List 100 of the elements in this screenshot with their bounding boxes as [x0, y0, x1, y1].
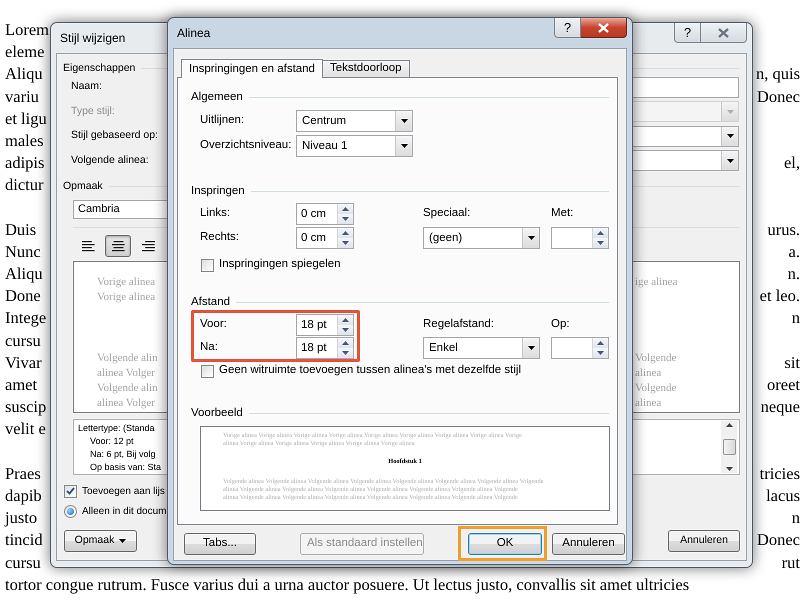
- field-label: Voor:: [200, 316, 228, 332]
- field-label: Overzichtsniveau:: [200, 138, 292, 154]
- text-line: tricies: [760, 462, 800, 485]
- field-label: Regelafstand:: [423, 316, 495, 332]
- dialog-button[interactable]: Tabs...: [184, 532, 256, 554]
- text-line: Lorem: [5, 19, 49, 41]
- group-heading: Afstand: [191, 295, 230, 309]
- group-heading: Algemeen: [191, 90, 243, 104]
- help-button[interactable]: ?: [554, 18, 581, 38]
- text-line: Aliqu: [5, 63, 43, 86]
- group-heading: Voorbeeld: [191, 406, 243, 420]
- description-text: Op basis van: Sta: [90, 462, 162, 472]
- align-center-button[interactable]: [105, 235, 131, 257]
- text-line: cursu: [5, 330, 41, 352]
- align-center-icon: [112, 240, 124, 252]
- tab[interactable]: Tekstdoorloop: [322, 60, 410, 77]
- text-line: amet: [5, 374, 38, 396]
- spin-field[interactable]: [551, 227, 609, 249]
- checkbox[interactable]: [201, 364, 214, 378]
- spin-field[interactable]: [551, 336, 609, 358]
- down-arrow-icon: [597, 241, 604, 245]
- text-line: neque: [760, 396, 800, 418]
- preview-text: Volgende: [635, 351, 678, 366]
- spin-field[interactable]: 0 cm: [296, 203, 354, 225]
- radio-button[interactable]: [64, 504, 77, 518]
- text-line: rut: [782, 552, 800, 574]
- preview-text: Vorige alinea: [97, 290, 156, 305]
- field-label: Uitlijnen:: [200, 113, 246, 128]
- text-line: a.: [788, 240, 800, 263]
- checkbox-label: Geen witruimte toevoegen tussen alinea's met dezelfde stijl: [219, 363, 521, 378]
- down-arrow-icon: [342, 350, 349, 354]
- group-heading: Eigenschappen: [63, 61, 136, 75]
- check-icon: [66, 487, 75, 495]
- field-label: Met:: [551, 206, 574, 222]
- text-line: Donec: [756, 529, 800, 552]
- text-line: justo: [5, 507, 38, 530]
- text-line: dictur: [5, 174, 44, 196]
- group-heading: Opmaak: [63, 179, 103, 193]
- up-arrow-icon: [342, 231, 349, 235]
- up-arrow-icon: [597, 231, 604, 235]
- preview-text: Volgende: [635, 381, 678, 396]
- dropdown[interactable]: Enkel: [423, 336, 540, 358]
- text-line: Vivar: [5, 352, 42, 374]
- up-arrow-icon: [342, 207, 349, 211]
- field-label: Type stijl:: [71, 104, 116, 119]
- dropdown[interactable]: Niveau 1: [296, 135, 413, 157]
- text-line: adipis: [5, 152, 44, 174]
- preview-text: Vorige alinea: [97, 275, 156, 290]
- close-button[interactable]: [581, 18, 627, 38]
- tab[interactable]: Inspringingen en afstand: [181, 59, 323, 78]
- preview-text: alinea: [635, 366, 662, 381]
- scrollbar[interactable]: [721, 421, 737, 473]
- down-arrow-icon: [597, 350, 604, 354]
- format-button[interactable]: Opmaak: [64, 530, 137, 552]
- text-line: n, quis: [756, 63, 800, 86]
- spin-field[interactable]: 18 pt: [296, 314, 354, 336]
- text-line: Done: [5, 285, 41, 308]
- text-line: cursu: [5, 552, 41, 574]
- text-line: Intege: [5, 307, 46, 330]
- text-line: Nunc: [5, 240, 41, 263]
- text-line: Donec: [756, 86, 800, 108]
- up-arrow-icon: [597, 340, 604, 344]
- caret-icon: [726, 110, 734, 114]
- text-line: males: [5, 130, 44, 152]
- text-line: n: [792, 507, 800, 530]
- text-line: Aliqu: [5, 263, 43, 286]
- checkbox[interactable]: [64, 484, 77, 498]
- checkbox[interactable]: [201, 258, 214, 272]
- dialog-button[interactable]: Annuleren: [552, 532, 625, 554]
- caret-icon: [400, 144, 408, 148]
- align-left-icon: [82, 240, 94, 252]
- description-text: Voor: 12 pt: [90, 436, 134, 446]
- radio-label: Alleen in dit docum: [82, 504, 166, 518]
- text-line: lacus: [766, 484, 800, 507]
- text-line: tortor congue rutrum. Fusce varius dui a urna auctor posuere. Ut lectus justo, convallis sit amet ultricies: [5, 574, 690, 596]
- text-line: n: [792, 307, 800, 330]
- group-heading: Inspringen: [191, 184, 245, 198]
- checkbox-label: Inspringingen spiegelen: [219, 257, 340, 272]
- dialog-button[interactable]: OK: [468, 532, 542, 554]
- up-arrow-icon: [342, 340, 349, 344]
- dropdown[interactable]: (geen): [423, 227, 540, 249]
- down-arrow-icon: [342, 328, 349, 332]
- align-right-icon: [142, 240, 154, 252]
- spin-field[interactable]: 18 pt: [296, 336, 354, 358]
- dropdown[interactable]: Centrum: [296, 110, 413, 132]
- text-line: el,: [784, 152, 800, 174]
- field-label: Stijl gebaseerd op:: [71, 128, 159, 144]
- spin-field[interactable]: 0 cm: [296, 227, 354, 249]
- checkbox-label: Toevoegen aan lijs: [82, 484, 165, 498]
- preview-text: alinea Volger: [97, 396, 155, 411]
- text-line: suscip: [5, 396, 46, 418]
- field-label: Speciaal:: [423, 206, 472, 222]
- caret-icon: [528, 346, 534, 350]
- help-button[interactable]: ?: [674, 23, 701, 43]
- text-line: velit e: [5, 418, 46, 440]
- text-line: oreet: [767, 374, 800, 396]
- field-label: Rechts:: [200, 230, 240, 246]
- text-line: dapib: [5, 484, 42, 507]
- field-label: Op:: [551, 316, 571, 332]
- cancel-button[interactable]: Annuleren: [668, 530, 740, 552]
